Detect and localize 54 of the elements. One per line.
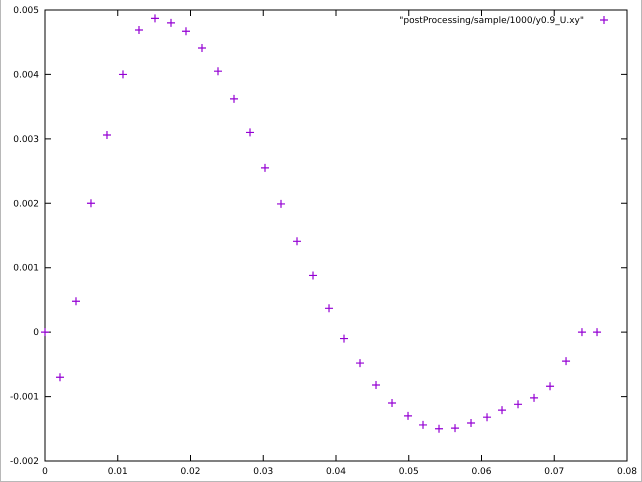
- data-point: [308, 270, 318, 280]
- data-point: [513, 400, 523, 409]
- data-point: [324, 304, 334, 313]
- data-point: [86, 198, 96, 208]
- data-point: [166, 18, 176, 28]
- data-point: [40, 328, 50, 337]
- x-tick-label: 0.05: [398, 467, 419, 477]
- data-point: [371, 380, 381, 390]
- y-tick-label: 0.001: [13, 264, 39, 274]
- data-point: [450, 424, 460, 433]
- data-point: [213, 66, 223, 76]
- y-tick-label: 0.003: [13, 134, 39, 145]
- data-point: [276, 199, 286, 209]
- data-point: [403, 411, 413, 420]
- x-tick-label: 0.02: [180, 467, 201, 477]
- x-tick-label: 0.04: [326, 467, 346, 477]
- data-point: [418, 420, 428, 430]
- data-point: [387, 398, 397, 408]
- data-point: [529, 393, 539, 402]
- data-point: [181, 26, 191, 36]
- data-point: [592, 328, 602, 337]
- data-point: [260, 163, 270, 172]
- data-point: [150, 14, 160, 23]
- y-tick-label: -0.001: [10, 392, 39, 403]
- y-tick-label: 0.002: [13, 199, 39, 210]
- data-point: [577, 328, 587, 337]
- y-tick-label: 0: [33, 328, 39, 338]
- data-point: [339, 334, 349, 344]
- data-point: [434, 424, 444, 434]
- data-point: [545, 382, 555, 391]
- data-point: [355, 358, 365, 368]
- data-point: [466, 418, 476, 428]
- x-tick-label: 0.03: [253, 467, 274, 477]
- data-point: [245, 128, 255, 138]
- data-point: [497, 406, 507, 415]
- data-point: [292, 236, 302, 246]
- x-tick-label: 0.08: [616, 467, 638, 477]
- data-point: [197, 43, 207, 53]
- x-tick-label: 0.06: [471, 467, 492, 477]
- y-tick-label: 0.005: [13, 6, 39, 16]
- data-point: [229, 94, 239, 104]
- data-point: [102, 130, 112, 140]
- y-tick-label: 0.004: [13, 70, 39, 80]
- data-point: [134, 25, 144, 35]
- legend-label: "postProcessing/sample/1000/y0.9_U.xy": [399, 16, 584, 26]
- x-tick-label: 0.07: [544, 467, 564, 477]
- data-point: [118, 70, 128, 80]
- x-tick-label: 0: [42, 467, 48, 477]
- data-point: [55, 372, 65, 382]
- data-point: [482, 412, 492, 422]
- y-tick-label: -0.002: [10, 457, 39, 467]
- data-point: [71, 296, 81, 306]
- x-tick-label: 0.01: [108, 467, 128, 477]
- data-point: [561, 356, 571, 366]
